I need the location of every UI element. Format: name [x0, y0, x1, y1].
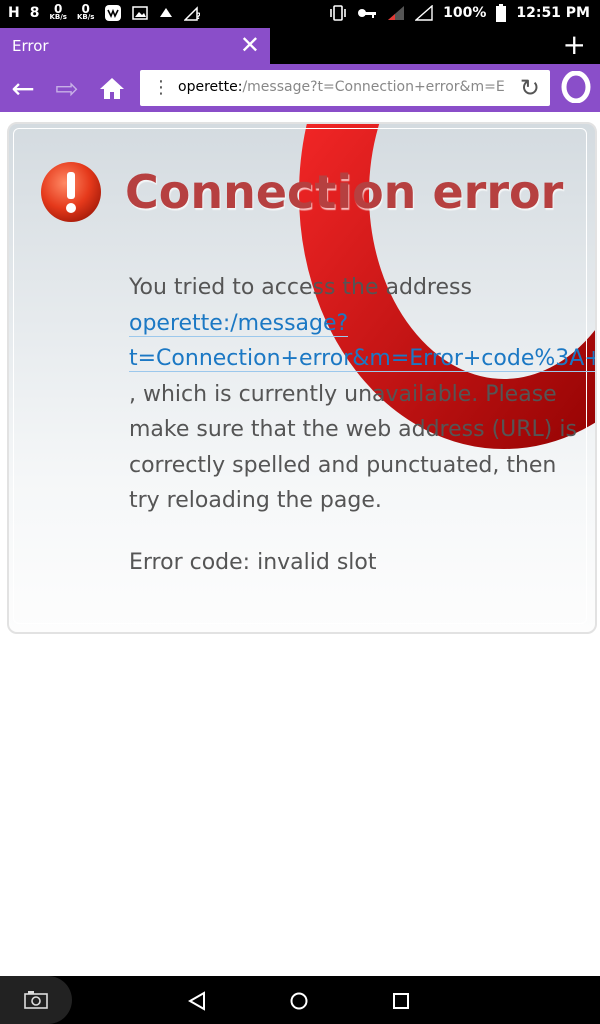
recents-square-icon[interactable]	[388, 988, 414, 1014]
back-triangle-icon[interactable]	[184, 988, 210, 1014]
image-notification-icon	[132, 6, 149, 20]
home-circle-icon[interactable]	[286, 988, 312, 1014]
url-scheme: operette:	[178, 79, 243, 95]
address-bar[interactable]: ⋮ operette:/message?t=Connection+error&m…	[140, 70, 550, 106]
no-signal-icon: ?	[184, 6, 200, 21]
site-menu-icon[interactable]: ⋮	[152, 77, 170, 99]
warning-icon	[41, 162, 101, 222]
svg-text:?: ?	[196, 12, 200, 21]
status-left-icons: H 8 0 KB/s 0 KB/s ?	[8, 2, 200, 22]
reload-icon[interactable]: ↻	[520, 74, 540, 102]
key-icon	[358, 9, 377, 18]
signal-empty-icon	[415, 5, 433, 21]
opera-menu-icon[interactable]	[560, 71, 592, 103]
battery-percentage: 100%	[443, 5, 487, 21]
tab-error[interactable]: Error ✕	[0, 28, 270, 64]
app-notification-icon	[105, 5, 122, 21]
clock: 12:51 PM	[516, 5, 590, 21]
system-navigation-bar	[0, 976, 600, 1024]
url-input[interactable]: operette:/message?t=Connection+error&m=E…	[178, 79, 506, 95]
url-path: /message?t=Connection+error&m=Error+code…	[242, 79, 506, 95]
forward-arrow-icon[interactable]: ⇨	[50, 72, 84, 105]
status-right-icons: 100% 12:51 PM	[329, 4, 590, 22]
signal-low-icon	[388, 6, 405, 20]
error-card: Connection error You tried to access the…	[7, 122, 597, 634]
screenshot-button[interactable]	[0, 976, 72, 1024]
tab-title: Error	[12, 37, 49, 55]
upload-speed: 0 KB/s	[76, 2, 95, 21]
tab-close-icon[interactable]: ✕	[240, 31, 260, 59]
browser-toolbar: ← ⇨ ⋮ operette:/message?t=Connection+err…	[0, 64, 600, 112]
home-icon[interactable]	[95, 72, 129, 104]
download-speed: 0 KB/s	[49, 2, 67, 21]
battery-icon	[496, 4, 507, 22]
status-bar: H 8 0 KB/s 0 KB/s ? 100% 12:51 PM	[0, 0, 600, 28]
page-title: Connection error	[125, 165, 564, 219]
error-code: Error code: invalid slot	[129, 550, 377, 575]
gamepad-notification-icon	[160, 8, 173, 17]
error-address-link[interactable]: operette:/message?t=Connection+error&m=E…	[129, 310, 595, 372]
new-tab-icon[interactable]: +	[563, 30, 586, 60]
back-arrow-icon[interactable]: ←	[6, 72, 40, 105]
vibrate-icon	[330, 5, 346, 21]
tab-bar: Error ✕ +	[0, 28, 600, 64]
camera-icon	[24, 991, 48, 1009]
network-type-indicator: H	[8, 5, 20, 21]
error-description: You tried to access the address operette…	[129, 270, 595, 519]
page-content: Connection error You tried to access the…	[0, 112, 600, 976]
data-saver-icon: 8	[29, 5, 40, 21]
